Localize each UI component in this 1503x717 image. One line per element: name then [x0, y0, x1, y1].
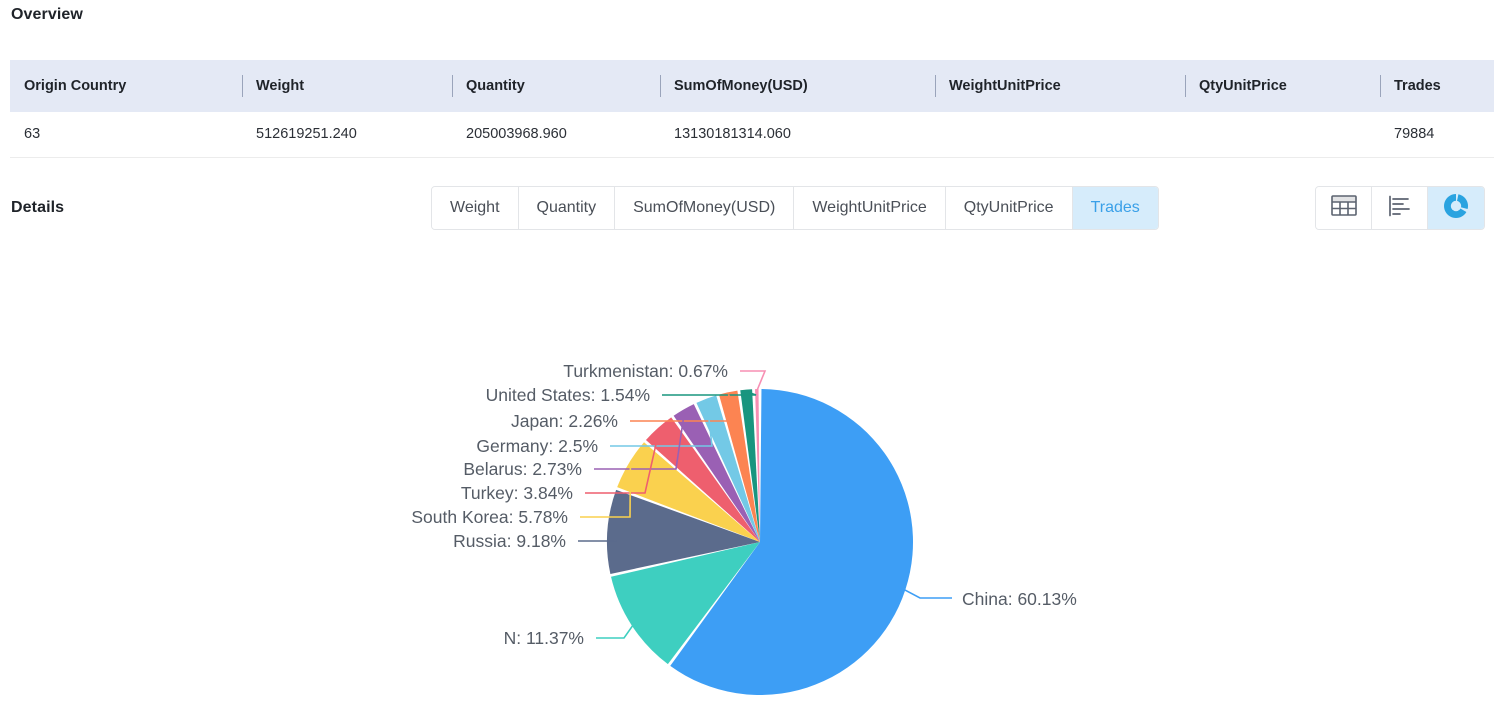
column-header-quantity: Quantity: [452, 60, 660, 112]
cell-qtyunitprice: [1185, 112, 1380, 158]
pie-chart-view-icon: [1443, 193, 1469, 224]
table-row: 63 512619251.240 205003968.960 131301813…: [10, 112, 1494, 158]
overview-title: Overview: [11, 6, 83, 23]
details-title: Details: [11, 199, 65, 216]
metric-tab-group: Weight Quantity SumOfMoney(USD) WeightUn…: [431, 186, 1159, 230]
tab-weightunitprice[interactable]: WeightUnitPrice: [794, 187, 946, 229]
view-mode-toggle-group: [1315, 186, 1485, 230]
bar-chart-view-button[interactable]: [1372, 187, 1428, 229]
tab-trades[interactable]: Trades: [1072, 187, 1158, 229]
pie-slice-label: Japan: 2.26%: [511, 411, 618, 431]
table-header-row: Origin Country Weight Quantity SumOfMone…: [10, 60, 1494, 112]
tab-weight[interactable]: Weight: [432, 187, 519, 229]
pie-chart-view-button[interactable]: [1428, 187, 1484, 229]
cell-trades: 79884: [1380, 112, 1494, 158]
column-header-weightunitprice: WeightUnitPrice: [935, 60, 1185, 112]
column-header-qtyunitprice: QtyUnitPrice: [1185, 60, 1380, 112]
table-view-button[interactable]: [1316, 187, 1372, 229]
overview-table-body: 63 512619251.240 205003968.960 131301813…: [10, 112, 1494, 158]
pie-slice-group: [606, 389, 914, 696]
pie-leader-line: [740, 370, 767, 392]
overview-table-head: Origin Country Weight Quantity SumOfMone…: [10, 60, 1494, 112]
cell-weight: 512619251.240: [242, 112, 452, 158]
cell-origin-country: 63: [10, 112, 242, 158]
pie-slice-label: Belarus: 2.73%: [463, 459, 582, 479]
pie-slice-label: Turkmenistan: 0.67%: [563, 361, 728, 381]
column-header-weight: Weight: [242, 60, 452, 112]
cell-sumofmoney: 13130181314.060: [660, 112, 935, 158]
bar-chart-view-icon: [1388, 195, 1412, 222]
pie-slice-label: United States: 1.54%: [486, 385, 650, 405]
cell-weightunitprice: [935, 112, 1185, 158]
pie-slice-label: Russia: 9.18%: [453, 531, 566, 551]
pie-slice-label: Turkey: 3.84%: [461, 483, 573, 503]
pie-leader-line: [903, 588, 952, 599]
table-view-icon: [1330, 195, 1357, 221]
tab-sumofmoney[interactable]: SumOfMoney(USD): [615, 187, 795, 229]
column-header-sumofmoney: SumOfMoney(USD): [660, 60, 935, 112]
column-header-trades: Trades: [1380, 60, 1494, 112]
pie-slice-label: N: 11.37%: [504, 628, 584, 648]
pie-chart-canvas: Turkmenistan: 0.67% United States: 1.54% J…: [411, 361, 1077, 696]
overview-table: Origin Country Weight Quantity SumOfMone…: [10, 60, 1494, 158]
app-root: Overview Origin Country Weight Quantity …: [0, 0, 1503, 717]
pie-slice-label: Germany: 2.5%: [476, 436, 598, 456]
pie-leader-line: [596, 623, 635, 639]
column-header-origin-country: Origin Country: [10, 60, 242, 112]
cell-quantity: 205003968.960: [452, 112, 660, 158]
tab-quantity[interactable]: Quantity: [518, 187, 616, 229]
pie-chart[interactable]: Turkmenistan: 0.67% United States: 1.54% J…: [0, 250, 1503, 717]
pie-slice-label: China: 60.13%: [962, 589, 1077, 609]
pie-slice-label: South Korea: 5.78%: [411, 507, 568, 527]
tab-qtyunitprice[interactable]: QtyUnitPrice: [945, 187, 1073, 229]
